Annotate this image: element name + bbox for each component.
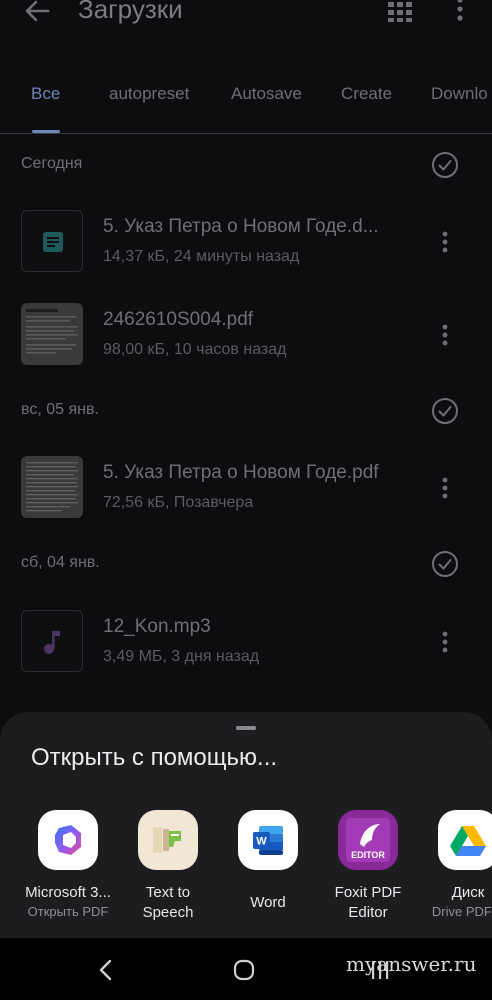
section-label: Сегодня xyxy=(21,155,83,172)
tab-autosave[interactable]: Autosave xyxy=(231,84,302,104)
app-name: Foxit PDF xyxy=(334,884,402,901)
nav-home-icon[interactable] xyxy=(232,958,256,982)
back-arrow-icon[interactable] xyxy=(22,0,52,26)
select-all-check-icon[interactable] xyxy=(431,550,459,578)
sheet-title: Открыть с помощью... xyxy=(31,744,278,771)
file-more-icon[interactable] xyxy=(434,321,456,349)
pdf-preview-icon xyxy=(26,309,78,354)
file-row[interactable]: 12_Kon.mp3 3,49 МБ, 3 дня назад xyxy=(0,610,492,674)
app-option-text-to-speech[interactable]: Text to Speech xyxy=(116,810,220,923)
pdf-thumbnail xyxy=(21,303,83,365)
open-with-sheet: Открыть с помощью... Microsoft 3... Откр… xyxy=(0,712,492,938)
file-meta: 98,00 кБ, 10 часов назад xyxy=(103,341,287,358)
app-name-line2: Editor xyxy=(348,904,388,921)
app-name: Microsoft 3... xyxy=(25,884,111,901)
section-header-today: Сегодня xyxy=(0,151,492,181)
app-option-drive[interactable]: Диск Drive PDF V xyxy=(416,810,492,920)
microsoft-365-icon xyxy=(38,810,98,870)
tab-autopreset[interactable]: autopreset xyxy=(109,84,189,104)
select-all-check-icon[interactable] xyxy=(431,397,459,425)
select-all-check-icon[interactable] xyxy=(431,151,459,179)
grid-view-icon[interactable] xyxy=(386,0,414,24)
file-meta: 14,37 кБ, 24 минуты назад xyxy=(103,248,300,265)
file-name: 2462610S004.pdf xyxy=(103,309,254,330)
watermark: myanswer.ru xyxy=(346,952,477,976)
section-label: вс, 05 янв. xyxy=(21,401,99,418)
tab-indicator xyxy=(32,130,60,133)
system-nav-bar: myanswer.ru xyxy=(0,938,492,1000)
tab-download[interactable]: Downlo xyxy=(431,84,488,104)
word-icon: W xyxy=(238,810,298,870)
app-bar: Загрузки xyxy=(0,0,492,60)
app-name-line2: Speech xyxy=(142,904,194,921)
file-more-icon[interactable] xyxy=(434,228,456,256)
tab-create[interactable]: Create xyxy=(341,84,392,104)
app-name: Word xyxy=(250,894,286,911)
page-title: Загрузки xyxy=(78,0,183,24)
file-row[interactable]: 5. Указ Петра о Новом Годе.pdf 72,56 кБ,… xyxy=(0,456,492,520)
file-name: 5. Указ Петра о Новом Годе.d... xyxy=(103,216,379,237)
document-icon xyxy=(43,232,63,252)
foxit-editor-icon: EDITOR xyxy=(338,810,398,870)
foxit-badge: EDITOR xyxy=(351,850,385,860)
app-option-microsoft-365[interactable]: Microsoft 3... Открыть PDF xyxy=(16,810,120,920)
file-thumbnail xyxy=(21,210,83,272)
nav-back-icon[interactable] xyxy=(96,958,116,982)
app-name: Text to xyxy=(145,884,191,901)
section-header-jan-04: сб, 04 янв. xyxy=(0,550,492,580)
file-more-icon[interactable] xyxy=(434,474,456,502)
google-drive-icon xyxy=(438,810,492,870)
more-options-icon[interactable] xyxy=(448,0,472,24)
app-option-word[interactable]: W Word xyxy=(216,810,320,913)
file-thumbnail xyxy=(21,610,83,672)
pdf-preview-icon xyxy=(26,462,78,512)
section-header-jan-05: вс, 05 янв. xyxy=(0,397,492,427)
pdf-thumbnail xyxy=(21,456,83,518)
app-option-foxit[interactable]: EDITOR Foxit PDF Editor xyxy=(316,810,420,923)
app-subtitle: Открыть PDF xyxy=(27,904,109,919)
file-meta: 3,49 МБ, 3 дня назад xyxy=(103,648,260,665)
tab-all[interactable]: Все xyxy=(31,84,60,104)
app-subtitle: Drive PDF V xyxy=(431,904,492,919)
file-row[interactable]: 2462610S004.pdf 98,00 кБ, 10 часов назад xyxy=(0,303,492,367)
file-row[interactable]: 5. Указ Петра о Новом Годе.d... 14,37 кБ… xyxy=(0,210,492,274)
file-name: 12_Kon.mp3 xyxy=(103,616,211,637)
app-name: Диск xyxy=(451,884,485,901)
word-badge: W xyxy=(256,836,267,848)
file-name: 5. Указ Петра о Новом Годе.pdf xyxy=(103,462,379,483)
category-tabs: Все autopreset Autosave Create Downlo xyxy=(0,70,492,134)
music-note-icon xyxy=(44,631,60,654)
sheet-drag-handle[interactable] xyxy=(236,726,256,730)
file-more-icon[interactable] xyxy=(434,628,456,656)
section-label: сб, 04 янв. xyxy=(21,554,100,571)
text-to-speech-icon xyxy=(138,810,198,870)
file-meta: 72,56 кБ, Позавчера xyxy=(103,494,254,511)
